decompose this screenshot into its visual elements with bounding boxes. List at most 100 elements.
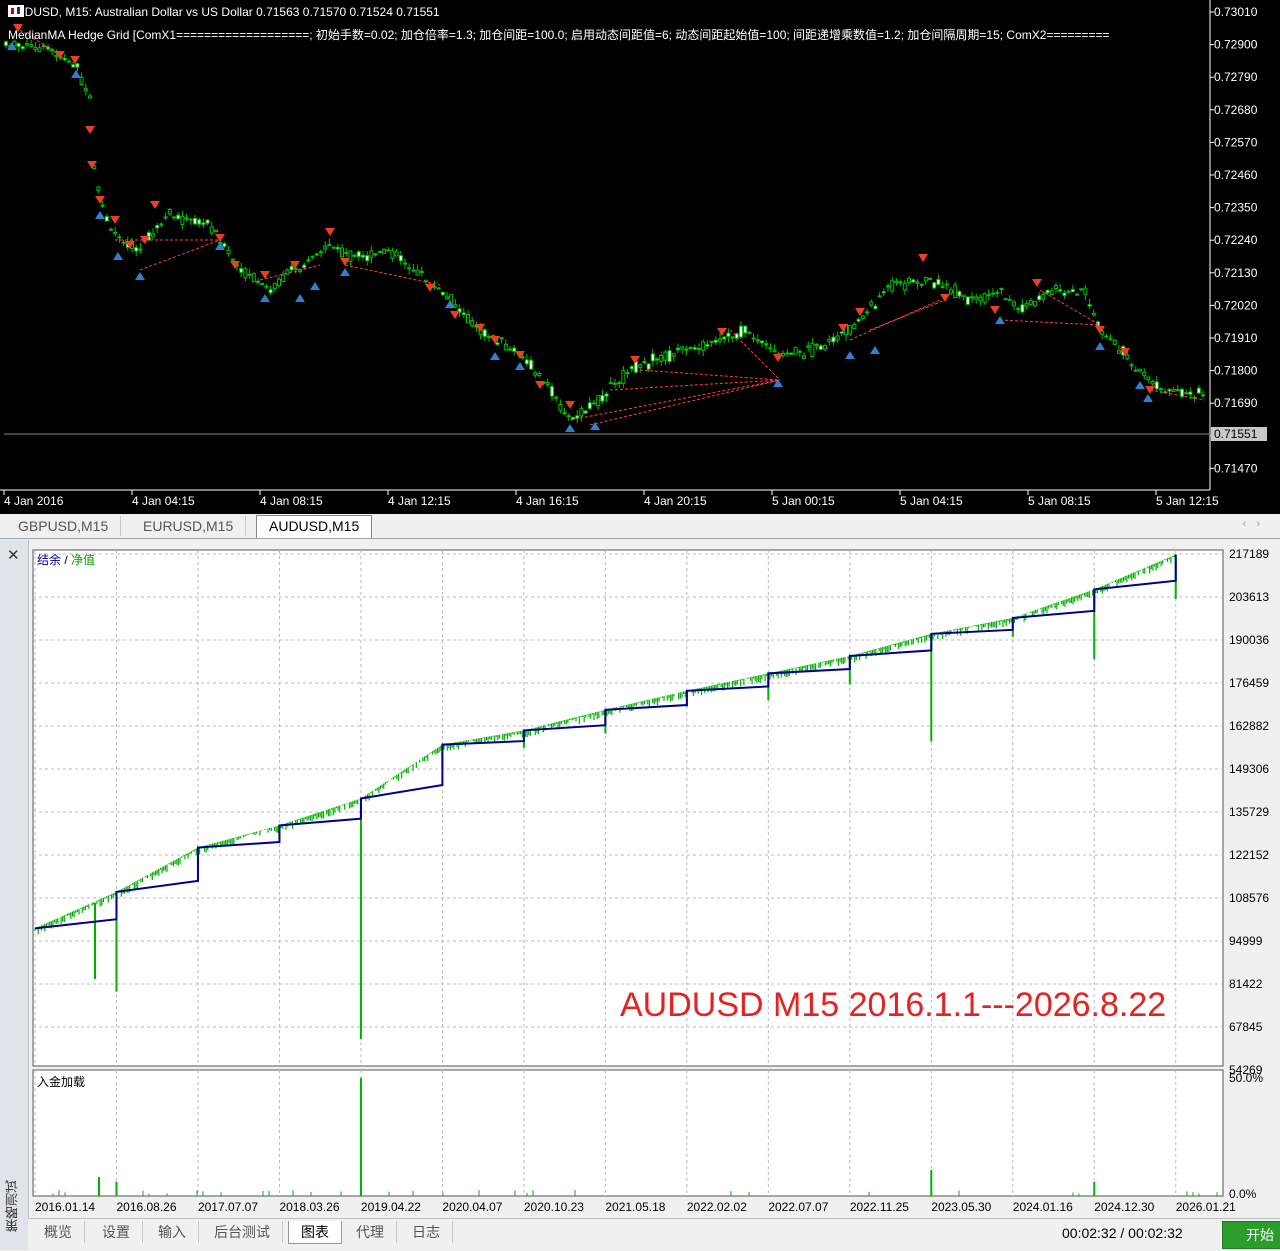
candle-body [949,289,953,294]
sell-arrow-icon [717,328,727,336]
sell-arrow-icon [260,271,270,279]
tab-agents[interactable]: 代理 [344,1221,397,1243]
tab-settings[interactable]: 设置 [90,1221,143,1243]
candle-body [193,217,197,225]
candle-body [827,338,832,342]
candle-body [180,215,185,226]
candle-body [268,289,273,294]
candle-body [814,343,819,346]
candle-body [671,353,676,357]
tab-gbpusd[interactable]: GBPUSD,M15 [6,516,122,536]
candle-body [113,231,118,235]
candle-body [873,305,878,310]
tab-backtest[interactable]: 后台测试 [202,1221,283,1243]
candle-body [365,255,370,262]
buy-arrow-icon [565,424,575,432]
candle-body [1108,338,1113,341]
candle-body [104,216,109,222]
time-label: 4 Jan 12:15 [388,494,451,508]
price-label: 0.72350 [1214,201,1258,215]
candle-body [121,241,126,244]
buy-arrow-icon [445,300,455,308]
candlestick-chart[interactable]: 0.73010 0.72900 0.72790 0.72680 0.72570 0.724… [0,0,1280,514]
candle-body [344,251,349,254]
tab-inputs[interactable]: 输入 [146,1221,199,1243]
candle-body [768,347,773,350]
candle-body [667,350,672,363]
candle-body [642,361,647,364]
candle-body [865,311,869,314]
buy-arrow-icon [310,282,320,290]
candle-body [1171,389,1176,392]
tab-overview[interactable]: 概览 [32,1221,85,1243]
x-tick-label: 2020.04.07 [442,1200,502,1214]
candle-body [487,336,491,339]
chevron-left-icon[interactable]: ‹ [1243,518,1257,530]
equity-chart[interactable]: 217189 203613 190036 176459 162882 149306 1357… [0,540,1280,1218]
y-tick-label: 149306 [1229,762,1269,776]
strategy-tester-panel: ✕ 策略测试 217189 203613 190036 176459 162882 149… [0,540,1280,1250]
buy-arrow-icon [95,211,105,219]
candle-body [818,345,823,350]
buy-arrow-icon [995,316,1005,324]
candle-body [650,353,655,362]
candle-body [944,283,949,286]
chart-legend: 结余 / 净值 [37,551,95,568]
tab-graph[interactable]: 图表 [288,1221,342,1244]
x-tick-label: 2024.12.30 [1094,1200,1154,1214]
candle-body [550,386,554,397]
candle-body [205,219,210,224]
candle-body [1058,289,1063,292]
candle-body [453,304,458,308]
candle-body [1079,288,1084,291]
price-label: 0.72130 [1214,266,1258,280]
candle-body [512,347,517,352]
sell-arrow-icon [150,201,160,209]
price-label: 0.72020 [1214,298,1258,312]
candle-body [96,186,101,191]
candle-body [16,42,21,47]
chart-tab-bar: GBPUSD,M15 EURUSD,M15 AUDUSD,M15 ‹› [0,514,1280,539]
candle-body [188,218,193,221]
sell-arrow-icon [773,354,783,362]
candle-body [1104,335,1109,338]
time-label: 4 Jan 20:15 [644,494,707,508]
candle-body [117,236,122,239]
candle-body [524,359,529,365]
candle-body [823,345,827,350]
sell-arrow-icon [425,284,435,292]
candle-body [163,216,168,219]
candle-body [335,246,340,250]
buy-arrow-icon [260,294,270,302]
grid-order-line [344,264,441,286]
candle-body [583,410,588,414]
candle-body [302,264,307,269]
candle-body [172,216,176,219]
time-label: 4 Jan 16:15 [516,494,579,508]
x-tick-label: 2022.11.25 [850,1200,909,1214]
candle-body [1125,354,1130,360]
candle-body [890,280,895,292]
candle-body [684,348,689,351]
candle-body [176,214,181,220]
candle-body [1070,289,1075,293]
deposit-axis-label: 50.0% [1229,1071,1263,1085]
time-label: 5 Jan 00:15 [772,494,835,508]
candle-body [398,255,403,262]
tab-scroll-arrows[interactable]: ‹› [1243,518,1270,530]
buy-arrow-icon [1095,342,1105,350]
tester-tab-bar: 概览 设置 输入 后台测试 图表 代理 日志 00:02:32 / 00:02:… [28,1218,1280,1251]
candle-body [747,331,752,334]
candle-body [520,356,525,359]
chevron-right-icon[interactable]: › [1256,518,1270,530]
candle-body [856,318,861,322]
tab-audusd[interactable]: AUDUSD,M15 [256,515,373,538]
chart-header-text: AUDUSD, M15: Australian Dollar vs US Dol… [8,5,440,19]
start-button[interactable]: 开始 [1222,1221,1280,1249]
legend-separator: / [64,553,68,567]
price-chart[interactable]: 0.73010 0.72900 0.72790 0.72680 0.72570 0.724… [0,0,1280,514]
tab-journal[interactable]: 日志 [400,1221,453,1243]
tab-eurusd[interactable]: EURUSD,M15 [131,516,247,536]
candle-body [587,402,592,410]
candle-body [957,291,962,297]
